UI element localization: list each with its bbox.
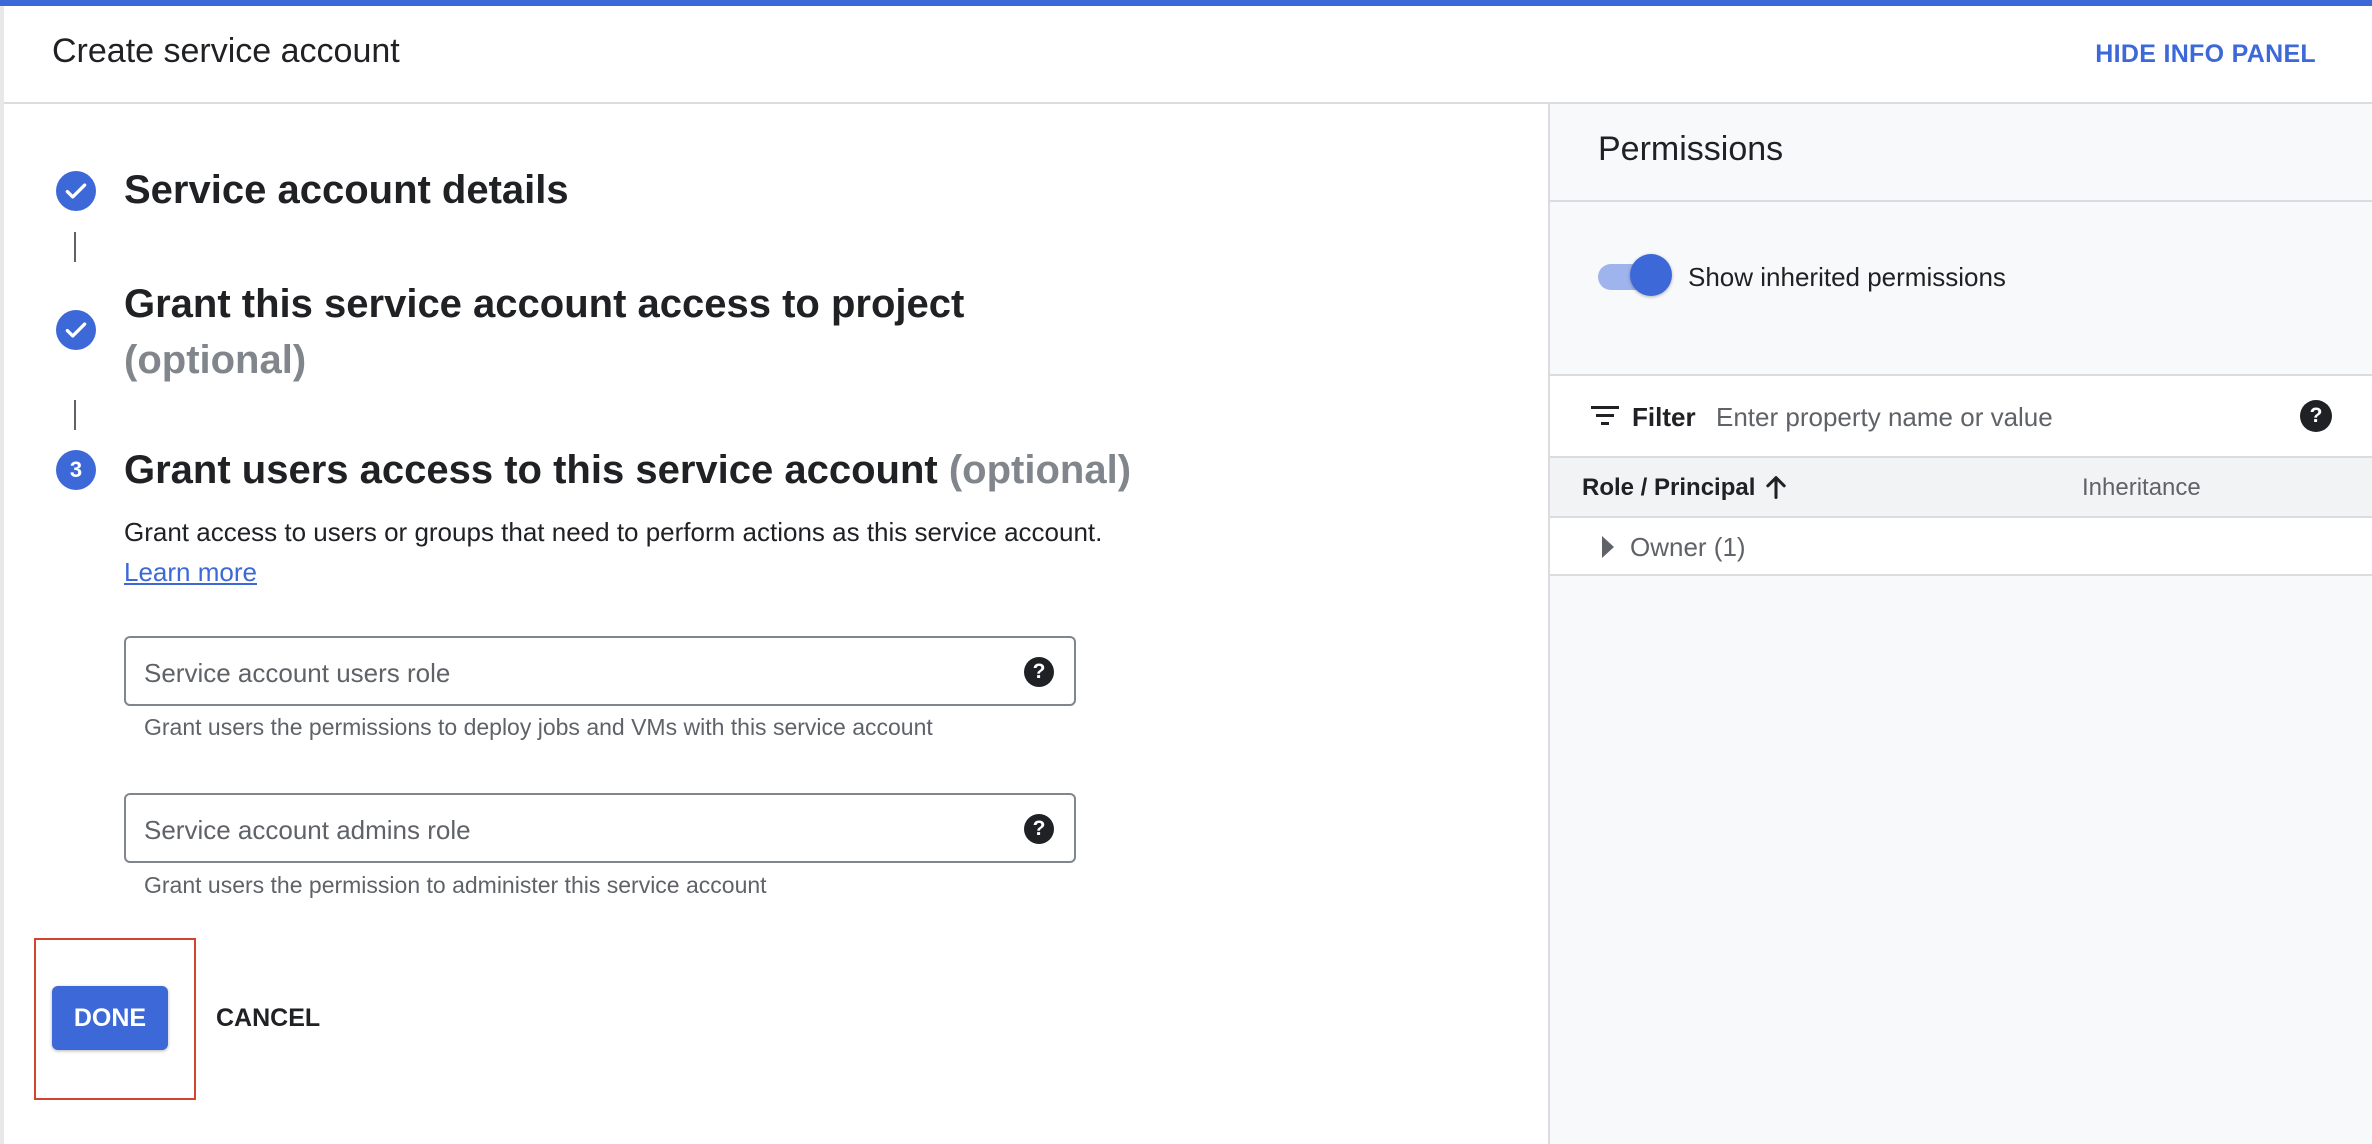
step-3-number: 3 xyxy=(69,457,83,482)
help-icon[interactable]: ? xyxy=(1024,657,1054,687)
filter-input[interactable]: Enter property name or value xyxy=(1716,402,2053,433)
step-connector xyxy=(74,232,76,262)
step-2-check-icon xyxy=(56,310,96,350)
step-3-title-text: Grant users access to this service accou… xyxy=(124,448,938,492)
done-button[interactable]: DONE xyxy=(52,986,168,1050)
sort-ascending-icon[interactable] xyxy=(1762,472,1790,502)
service-account-admins-role-field[interactable]: Service account admins role ? xyxy=(124,793,1076,863)
permissions-title: Permissions xyxy=(1598,130,1784,168)
page-header: Create service account HIDE INFO PANEL xyxy=(4,6,2372,104)
toggle-knob xyxy=(1630,254,1672,296)
admins-role-hint: Grant users the permission to administer… xyxy=(144,872,767,898)
permissions-table-header: Role / Principal Inheritance xyxy=(1550,458,2372,518)
step-3-description: Grant access to users or groups that nee… xyxy=(124,512,1104,592)
row-label-owner: Owner (1) xyxy=(1630,532,1746,562)
column-role-principal[interactable]: Role / Principal xyxy=(1582,474,1755,502)
learn-more-link[interactable]: Learn more xyxy=(124,557,257,587)
step-3-title: Grant users access to this service accou… xyxy=(124,442,1131,498)
table-row[interactable]: Owner (1) xyxy=(1550,518,2372,576)
step-2-title[interactable]: Grant this service account access to pro… xyxy=(124,276,964,388)
step-3-number-icon: 3 xyxy=(56,450,96,490)
help-icon[interactable]: ? xyxy=(1024,814,1054,844)
show-inherited-toggle[interactable] xyxy=(1598,254,1672,298)
permissions-info-panel: Permissions Show inherited permissions F… xyxy=(1548,104,2372,1144)
hide-info-panel-button[interactable]: HIDE INFO PANEL xyxy=(2095,40,2316,69)
show-inherited-label: Show inherited permissions xyxy=(1688,262,2006,292)
step-connector xyxy=(74,400,76,430)
expand-arrow-icon[interactable] xyxy=(1602,536,1614,558)
admins-role-placeholder: Service account admins role xyxy=(144,815,471,845)
service-account-users-role-field[interactable]: Service account users role ? xyxy=(124,636,1076,706)
step-2-title-text: Grant this service account access to pro… xyxy=(124,282,965,326)
users-role-hint: Grant users the permissions to deploy jo… xyxy=(144,714,933,740)
step-1-title[interactable]: Service account details xyxy=(124,162,569,218)
filter-icon[interactable] xyxy=(1590,404,1620,428)
main-form: Service account details Grant this servi… xyxy=(4,104,1548,1144)
filter-label[interactable]: Filter xyxy=(1632,402,1696,433)
column-inheritance[interactable]: Inheritance xyxy=(2082,474,2201,502)
panel-divider xyxy=(1550,200,2372,202)
step-3-description-text: Grant access to users or groups that nee… xyxy=(124,517,1103,547)
cancel-button[interactable]: CANCEL xyxy=(216,1004,320,1033)
step-2-optional: (optional) xyxy=(124,338,307,382)
users-role-placeholder: Service account users role xyxy=(144,658,451,688)
step-1-check-icon xyxy=(56,171,96,211)
page-title: Create service account xyxy=(52,32,400,70)
filter-help-icon[interactable]: ? xyxy=(2300,400,2332,432)
step-3-optional: (optional) xyxy=(948,448,1132,492)
filter-bar: Filter Enter property name or value ? xyxy=(1550,374,2372,458)
